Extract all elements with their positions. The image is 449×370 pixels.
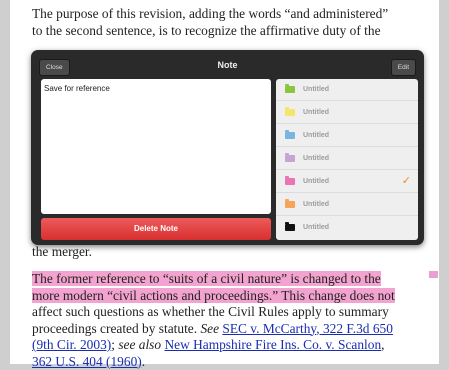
note-marker-icon[interactable] xyxy=(429,271,438,278)
folder-icon xyxy=(285,155,295,162)
color-item-green[interactable]: Untitled xyxy=(276,79,418,101)
color-item-orange[interactable]: Untitled xyxy=(276,194,418,216)
note-popup: Close Note Edit Save for reference Delet… xyxy=(31,50,424,245)
italic-see-also: see also xyxy=(118,337,161,352)
paragraph-line: 362 U.S. 404 (1960). xyxy=(32,354,432,370)
paragraph-line: to the second sentence, is to recognize … xyxy=(32,23,432,40)
color-item-black[interactable]: Untitled xyxy=(276,217,418,239)
paragraph-2: The former reference to “suits of a civi… xyxy=(32,271,432,370)
folder-icon xyxy=(285,201,295,208)
color-item-blue[interactable]: Untitled xyxy=(276,125,418,147)
folder-icon xyxy=(285,178,295,185)
paragraph-1: The purpose of this revision, adding the… xyxy=(32,6,432,39)
paragraph-line: more modern “civil actions and proceedin… xyxy=(32,288,432,305)
folder-icon xyxy=(285,224,295,231)
paragraph-line: (9th Cir. 2003); see also New Hampshire … xyxy=(32,337,432,354)
color-item-pink[interactable]: Untitled ✓ xyxy=(276,171,418,193)
text-span: , xyxy=(381,337,384,352)
paragraph-line: affect such questions as whether the Civ… xyxy=(32,304,432,321)
text-span: proceedings created by statute. xyxy=(32,321,200,336)
text-span: . xyxy=(142,354,145,369)
popup-title: Note xyxy=(31,60,424,70)
color-item-label: Untitled xyxy=(303,148,329,170)
folder-icon xyxy=(285,109,295,116)
color-item-purple[interactable]: Untitled xyxy=(276,148,418,170)
color-category-list: Untitled Untitled Untitled Untitled Unti… xyxy=(276,79,418,240)
color-item-label: Untitled xyxy=(303,125,329,147)
note-text-area[interactable]: Save for reference xyxy=(41,79,271,214)
folder-icon xyxy=(285,132,295,139)
delete-note-button[interactable]: Delete Note xyxy=(41,218,271,240)
paragraph-fragment: the merger. xyxy=(32,244,432,261)
paragraph-line: The purpose of this revision, adding the… xyxy=(32,6,432,23)
italic-see: See xyxy=(200,321,219,336)
color-item-label: Untitled xyxy=(303,217,329,239)
citation-link-mccarthy[interactable]: SEC v. McCarthy xyxy=(222,321,316,336)
folder-icon xyxy=(285,86,295,93)
highlighted-text[interactable]: more modern “civil actions and proceedin… xyxy=(32,288,395,303)
color-item-label: Untitled xyxy=(303,171,329,193)
edit-button[interactable]: Edit xyxy=(391,59,416,76)
color-item-label: Untitled xyxy=(303,79,329,101)
paragraph-line: proceedings created by statute. See SEC … xyxy=(32,321,432,338)
paragraph-line: The former reference to “suits of a civi… xyxy=(32,271,432,288)
citation-link-scanlon[interactable]: New Hampshire Fire Ins. Co. v. Scanlon xyxy=(164,337,381,352)
color-item-yellow[interactable]: Untitled xyxy=(276,102,418,124)
color-item-label: Untitled xyxy=(303,102,329,124)
color-item-label: Untitled xyxy=(303,194,329,216)
checkmark-icon: ✓ xyxy=(402,175,411,187)
citation-link-mccarthy-court[interactable]: (9th Cir. 2003) xyxy=(32,337,111,352)
citation-link-mccarthy-cont[interactable]: , 322 F.3d 650 xyxy=(316,321,393,336)
citation-link-scanlon-reporter[interactable]: 362 U.S. 404 (1960) xyxy=(32,354,142,369)
highlighted-text[interactable]: The former reference to “suits of a civi… xyxy=(32,271,381,286)
